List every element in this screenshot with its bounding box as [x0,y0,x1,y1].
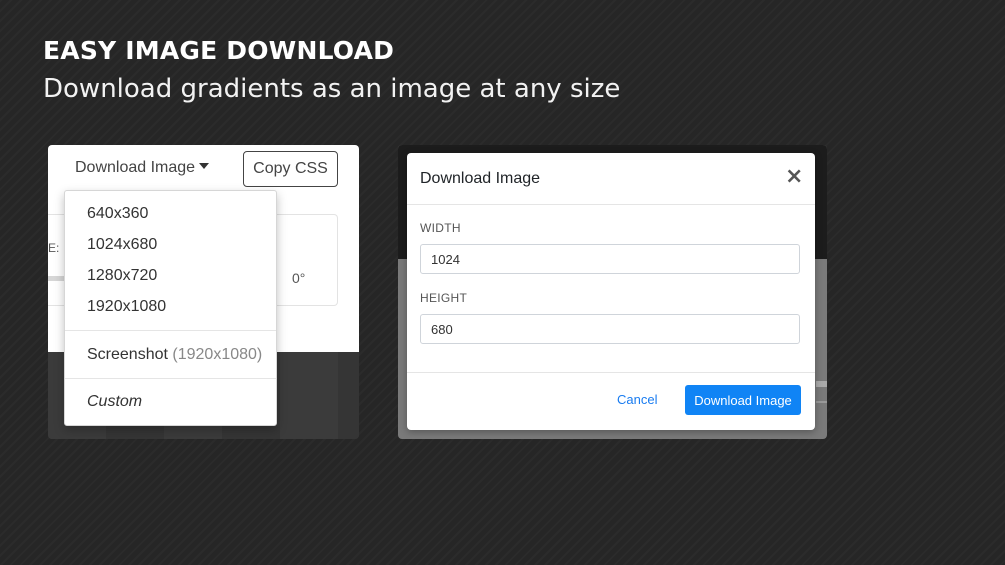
subheadline: Download gradients as an image at any si… [43,74,621,104]
headline: EASY IMAGE DOWNLOAD [43,36,395,65]
dropdown-item-1920x1080[interactable]: 1920x1080 [87,298,166,316]
backdrop-detail [816,401,827,403]
height-input[interactable] [420,314,800,344]
download-size-dropdown-menu: 640x360 1024x680 1280x720 1920x1080 Scre… [64,190,277,426]
dropdown-item-1280x720[interactable]: 1280x720 [87,267,157,285]
screenshot-size: (1920x1080) [172,346,263,363]
screenshot-label: Screenshot [87,346,168,363]
width-input[interactable] [420,244,800,274]
cancel-button[interactable]: Cancel [617,392,657,407]
caret-down-icon [199,162,210,169]
copy-css-button[interactable]: Copy CSS [243,151,338,187]
download-image-toggle-label: Download Image [75,159,196,176]
modal-footer-divider [407,372,815,373]
dropdown-item-custom[interactable]: Custom [87,393,142,411]
dropdown-divider [65,330,276,331]
dropdown-item-screenshot[interactable]: Screenshot (1920x1080) [87,346,262,364]
download-image-dropdown-toggle[interactable]: Download Image [75,159,210,177]
dropdown-item-640x360[interactable]: 640x360 [87,205,148,223]
height-label: HEIGHT [420,291,468,305]
angle-value: 0° [292,270,306,286]
backdrop-detail [816,381,827,387]
close-icon[interactable]: × [785,165,803,189]
download-image-modal: Download Image × WIDTH HEIGHT Cancel Dow… [407,153,815,430]
dropdown-item-1024x680[interactable]: 1024x680 [87,236,157,254]
width-label: WIDTH [420,221,461,235]
modal-title: Download Image [420,170,541,187]
settings-label: E: [48,241,60,255]
dropdown-divider [65,378,276,379]
download-image-button[interactable]: Download Image [685,385,801,415]
modal-header-divider [407,204,815,205]
